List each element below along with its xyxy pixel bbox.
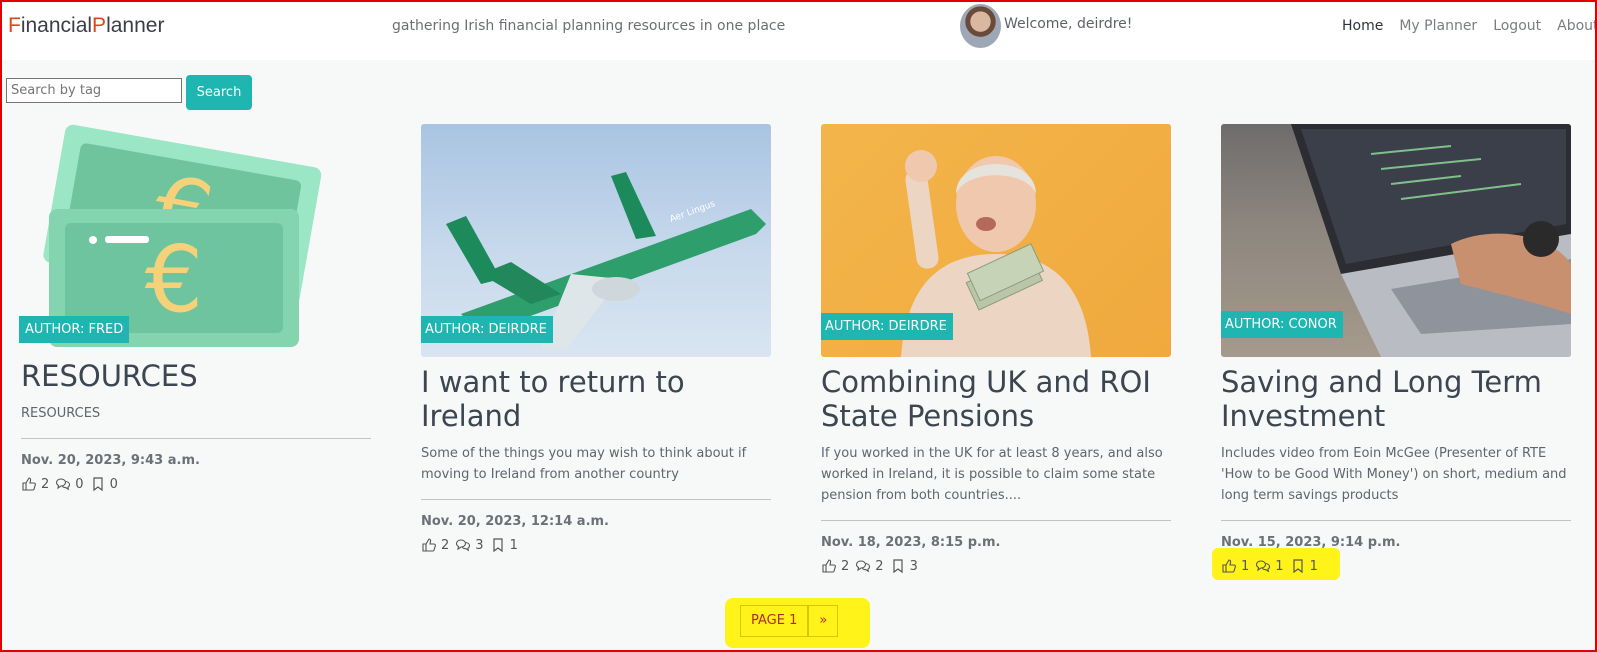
search-button[interactable]: Search [186, 75, 252, 110]
post-title[interactable]: I want to return to Ireland [421, 365, 771, 433]
thumbs-up-icon [422, 538, 436, 552]
pagination: PAGE 1 » [740, 605, 839, 637]
post-excerpt: RESOURCES [21, 406, 101, 421]
nav-link-about[interactable]: About [1557, 18, 1597, 34]
nav-link-my-planner[interactable]: My Planner [1399, 18, 1477, 34]
post-date: Nov. 20, 2023, 9:43 a.m. [21, 453, 200, 468]
post-image[interactable]: € € AUTHOR: FRED [19, 123, 371, 347]
site-tagline: gathering Irish financial planning resou… [392, 18, 786, 34]
comments-icon [456, 539, 471, 552]
like-count: 2 [841, 558, 850, 574]
thumbs-up-icon [822, 559, 836, 573]
brand-letter-f: F [8, 14, 21, 37]
comments-icon [1256, 560, 1271, 573]
brand-logo[interactable]: FinancialPlanner [8, 14, 164, 38]
author-badge: AUTHOR: DEIRDRE [421, 316, 553, 343]
post-title[interactable]: Saving and Long Term Investment [1221, 365, 1571, 433]
author-badge: AUTHOR: FRED [19, 316, 130, 343]
thumbs-up-icon [22, 477, 36, 491]
like-count: 2 [41, 476, 50, 492]
post-image[interactable]: AUTHOR: DEIRDRE [821, 124, 1171, 357]
like-stat[interactable]: 1 [1221, 558, 1249, 574]
like-count: 1 [1241, 558, 1250, 574]
comment-count: 1 [1275, 558, 1284, 574]
navbar: FinancialPlanner gathering Irish financi… [2, 2, 1597, 60]
nav-links: Home My Planner Logout About [1342, 18, 1597, 34]
comments-icon [56, 478, 71, 491]
like-stat[interactable]: 2 [21, 476, 49, 492]
search-input[interactable] [6, 78, 182, 103]
bookmark-stat[interactable]: 0 [90, 476, 118, 492]
author-badge: AUTHOR: DEIRDRE [821, 313, 953, 340]
bookmark-icon [1292, 559, 1303, 574]
comment-stat[interactable]: 0 [55, 476, 84, 492]
bookmark-stat[interactable]: 1 [490, 537, 518, 553]
post-date: Nov. 15, 2023, 9:14 p.m. [1221, 535, 1401, 550]
like-stat[interactable]: 2 [421, 537, 449, 553]
svg-text:Aer Lingus: Aer Lingus [669, 199, 717, 225]
post-image[interactable]: AUTHOR: CONOR [1221, 124, 1571, 357]
bookmark-stat[interactable]: 1 [1290, 558, 1318, 574]
avatar [960, 4, 1001, 48]
bookmark-stat[interactable]: 3 [890, 558, 918, 574]
post-stats: 2 0 0 [21, 476, 371, 492]
brand-text-2: lanner [106, 14, 165, 37]
bookmark-icon [92, 477, 103, 492]
post-excerpt: If you worked in the UK for at least 8 y… [821, 446, 1163, 503]
comment-stat[interactable]: 2 [855, 558, 884, 574]
like-stat[interactable]: 2 [821, 558, 849, 574]
post-card[interactable]: AUTHOR: CONOR Saving and Long Term Inves… [1221, 124, 1571, 574]
post-card[interactable]: € € AUTHOR: FRED RESOURCES RESOURCES Nov… [19, 123, 371, 492]
divider [821, 520, 1171, 521]
bookmark-count: 1 [1309, 558, 1318, 574]
bookmark-count: 1 [509, 537, 518, 553]
comments-icon [856, 560, 871, 573]
divider [21, 438, 371, 439]
post-image[interactable]: Aer Lingus AUTHOR: DEIRDRE [421, 124, 771, 357]
comment-stat[interactable]: 1 [1255, 558, 1284, 574]
pagination-current-page: PAGE 1 [740, 605, 809, 637]
brand-letter-p: P [92, 14, 107, 37]
comment-stat[interactable]: 3 [455, 537, 484, 553]
post-excerpt: Includes video from Eoin McGee (Presente… [1221, 446, 1567, 503]
nav-link-home[interactable]: Home [1342, 18, 1383, 34]
post-date: Nov. 18, 2023, 8:15 p.m. [821, 535, 1001, 550]
post-date: Nov. 20, 2023, 12:14 a.m. [421, 514, 609, 529]
pagination-next-button[interactable]: » [808, 605, 839, 637]
svg-text:€: € [145, 226, 204, 333]
comment-count: 0 [75, 476, 84, 492]
comment-count: 3 [475, 537, 484, 553]
post-title[interactable]: RESOURCES [21, 359, 371, 393]
comment-count: 2 [875, 558, 884, 574]
nav-link-logout[interactable]: Logout [1493, 18, 1541, 34]
like-count: 2 [441, 537, 450, 553]
post-card[interactable]: Aer Lingus AUTHOR: DEIRDRE I want to ret… [421, 124, 771, 553]
post-card[interactable]: AUTHOR: DEIRDRE Combining UK and ROI Sta… [821, 124, 1171, 574]
post-title[interactable]: Combining UK and ROI State Pensions [821, 365, 1171, 433]
thumbs-up-icon [1222, 559, 1236, 573]
bookmark-count: 3 [909, 558, 918, 574]
bookmark-count: 0 [109, 476, 118, 492]
post-stats: 1 1 1 [1221, 558, 1571, 574]
divider [1221, 520, 1571, 521]
brand-text-1: inancial [20, 14, 93, 37]
post-stats: 2 3 1 [421, 537, 771, 553]
divider [421, 499, 771, 500]
bookmark-icon [892, 559, 903, 574]
post-stats: 2 2 3 [821, 558, 1171, 574]
bookmark-icon [492, 538, 503, 553]
author-badge: AUTHOR: CONOR [1221, 311, 1343, 338]
post-excerpt: Some of the things you may wish to think… [421, 446, 747, 482]
welcome-message: Welcome, deirdre! [1004, 16, 1133, 32]
